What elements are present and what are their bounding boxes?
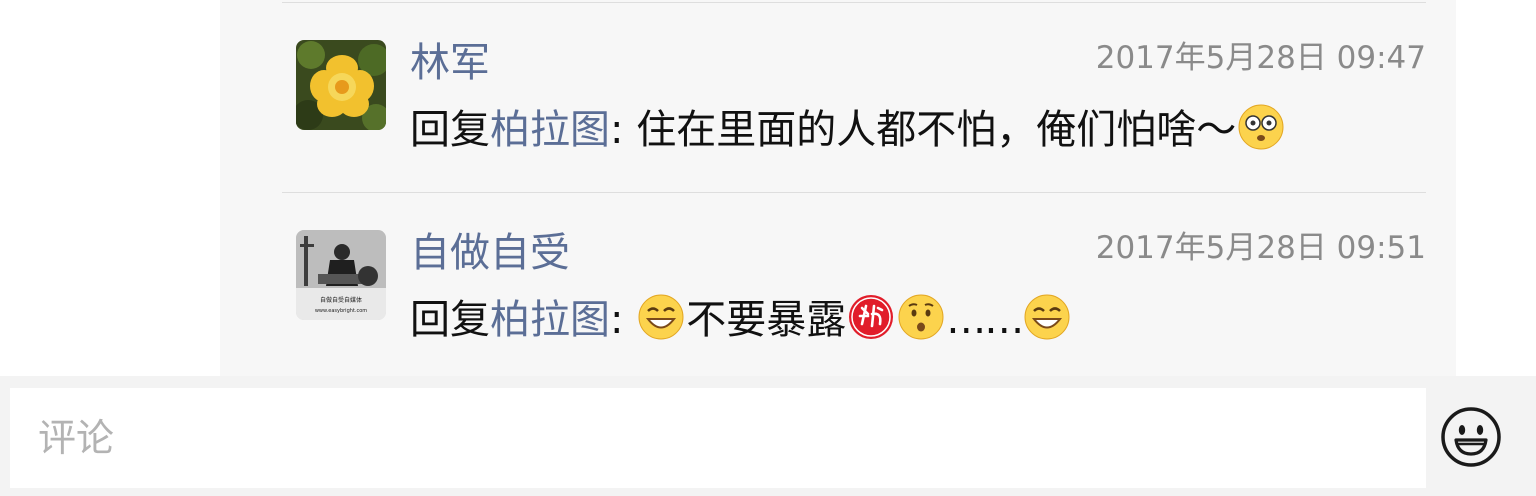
avatar-caption: 自做自受自媒体 <box>320 296 362 304</box>
hushed-face-emoji <box>898 294 944 340</box>
comment-input[interactable] <box>10 388 1426 488</box>
reply-mention[interactable]: 柏拉图 <box>490 107 610 153</box>
flushed-face-emoji <box>1238 104 1284 150</box>
comment-ellipsis: …… <box>946 297 1024 343</box>
comment-body: 住在里面的人都不怕，俺们怕啥～ <box>636 107 1237 153</box>
comments-panel: 林军 2017年5月28日 09:47 回复柏拉图: 住在里面的人都不怕，俺们怕… <box>220 0 1456 376</box>
reply-separator: : <box>610 107 637 153</box>
comment-composer <box>0 376 1536 496</box>
comment-text: 回复柏拉图: 不要暴露 …… <box>410 292 1072 348</box>
grinning-face-emoji <box>1024 294 1070 340</box>
avatar-url: www.easybright.com <box>315 308 367 314</box>
comment-author[interactable]: 林军 <box>410 38 490 88</box>
bw-photo-avatar[interactable]: 自做自受自媒体 www.easybright.com <box>296 230 386 320</box>
comment-item: 自做自受自媒体 www.easybright.com 自做自受 2017年5月2… <box>220 192 1456 380</box>
smiley-face-icon[interactable] <box>1440 406 1502 468</box>
yellow-flower-avatar[interactable] <box>296 40 386 130</box>
reply-mention[interactable]: 柏拉图 <box>490 297 610 343</box>
comment-body: 不要暴露 <box>686 297 847 343</box>
comment-text: 回复柏拉图: 住在里面的人都不怕，俺们怕啥～ <box>410 102 1286 158</box>
comment-timestamp: 2017年5月28日 09:51 <box>1095 230 1426 266</box>
comment-item: 林军 2017年5月28日 09:47 回复柏拉图: 住在里面的人都不怕，俺们怕… <box>220 2 1456 190</box>
reply-prefix: 回复 <box>410 107 490 153</box>
comment-timestamp: 2017年5月28日 09:47 <box>1095 40 1426 76</box>
grinning-face-emoji <box>638 294 684 340</box>
reply-separator: : <box>610 297 637 343</box>
secret-emoji <box>849 295 894 339</box>
reply-prefix: 回复 <box>410 297 490 343</box>
comment-author[interactable]: 自做自受 <box>410 228 570 278</box>
